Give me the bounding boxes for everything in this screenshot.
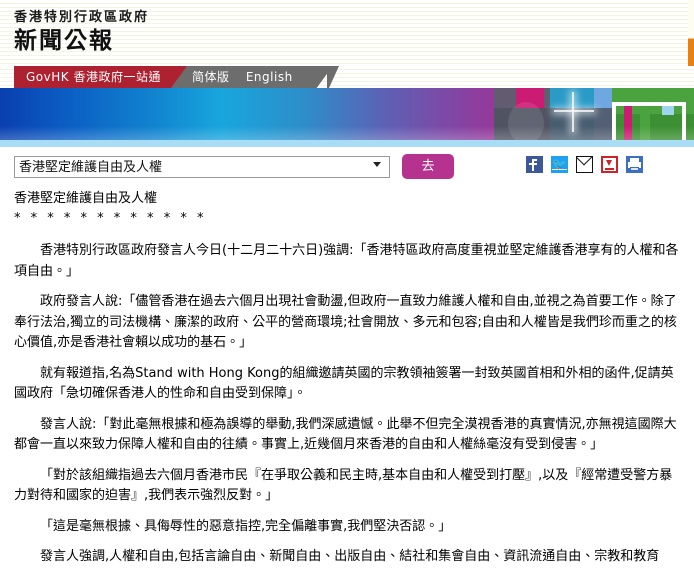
go-button[interactable]: 去: [402, 154, 454, 179]
tab-english[interactable]: English: [240, 70, 299, 84]
download-arrow: [606, 160, 612, 166]
facebook-glyph: [532, 159, 537, 171]
tab-simplified-chinese[interactable]: 简体版: [186, 70, 236, 84]
banner-frame-bar-magenta: [624, 106, 632, 140]
facebook-icon[interactable]: [526, 156, 543, 173]
masthead-right-accent: [688, 0, 694, 66]
download-base: [605, 168, 614, 170]
article-paragraph: 香港特別行政區政府發言人今日(十二月二十六日)強調:「香港特區政府高度重視並堅定…: [14, 241, 680, 282]
site-name: 新聞公報: [14, 27, 694, 56]
topic-select[interactable]: 香港堅定維護自由及人權: [14, 156, 390, 178]
banner-sparkle-horizontal-icon: [554, 110, 594, 112]
banner-sparkle-vertical-icon: [572, 92, 574, 132]
tab-bar: 简体版 English GovHK 香港政府一站通: [0, 66, 694, 88]
download-icon[interactable]: [601, 156, 618, 173]
article-paragraph: 發言人強調,人權和自由,包括言論自由、新聞自由、出版自由、結社和集會自由、資訊流…: [14, 547, 680, 568]
email-icon[interactable]: [576, 156, 593, 173]
controls-row: 香港堅定維護自由及人權 去 🐦: [0, 147, 694, 189]
banner-underline: [0, 140, 694, 147]
envelope-flap: [577, 157, 592, 172]
page-title: 香港堅定維護自由及人權: [14, 189, 680, 209]
facebook-glyph-bar: [529, 163, 537, 165]
banner-frame-square: [662, 106, 674, 115]
hero-banner: [0, 88, 694, 140]
article: 香港堅定維護自由及人權 * * * * * * * * * * * * 香港特別…: [0, 189, 694, 568]
article-paragraph: 「這是毫無根據、具侮辱性的惡意指控,完全偏離事實,我們堅決否認。」: [14, 517, 680, 538]
masthead-inner: 香港特別行政區政府 新聞公報: [0, 0, 694, 56]
masthead: 香港特別行政區政府 新聞公報: [0, 0, 694, 66]
print-icon[interactable]: [626, 156, 643, 173]
banner-frame-bar-green: [640, 106, 650, 140]
article-paragraph: 就有報道指,名為Stand with Hong Kong的組織邀請英國的宗教領袖…: [14, 364, 680, 405]
printer-output: [630, 167, 639, 171]
department-name: 香港特別行政區政府: [14, 9, 694, 26]
banner-graphic-blocks: [494, 88, 694, 140]
share-icon-group: 🐦: [526, 156, 643, 173]
tab-language-group: 简体版 English: [160, 66, 333, 88]
article-paragraph: 發言人說:「對此毫無根據和極為誤導的舉動,我們深感遺憾。此舉不但完全漠視香港的真…: [14, 415, 680, 456]
article-paragraph: 政府發言人說:「儘管香港在過去六個月出現社會動盪,但政府一直致力維護人權和自由,…: [14, 292, 680, 354]
tab-govhk[interactable]: GovHK 香港政府一站通: [14, 66, 187, 88]
twitter-icon[interactable]: 🐦: [551, 156, 568, 173]
article-paragraph: 「對於該組織指過去六個月香港市民『在爭取公義和民主時,基本自由和人權受到打壓』,…: [14, 466, 680, 507]
banner-oval-highlight: [508, 102, 544, 140]
asterisk-divider: * * * * * * * * * * * *: [14, 209, 680, 229]
